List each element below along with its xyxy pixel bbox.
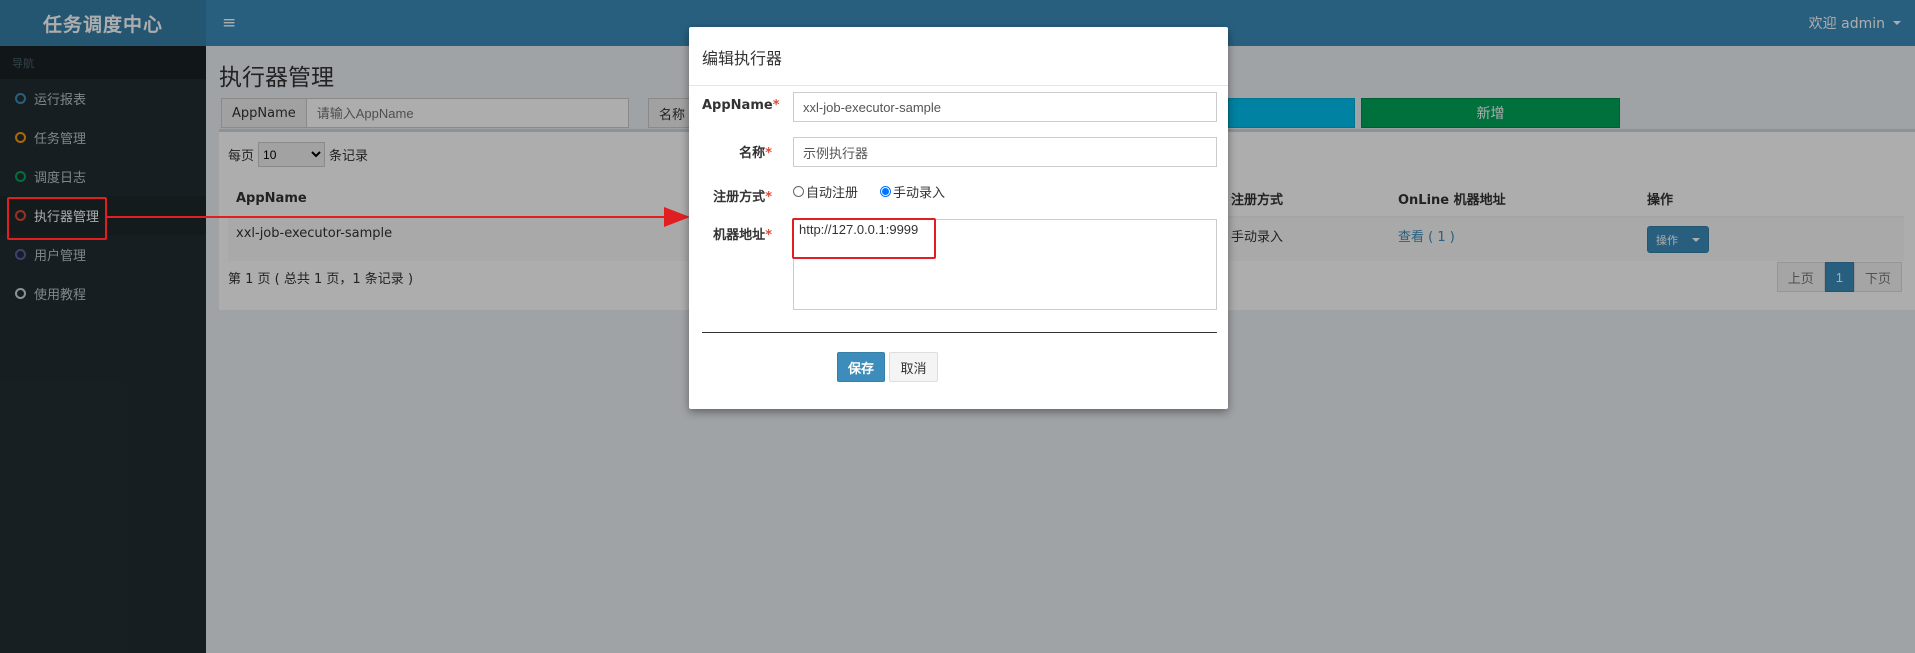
appname-field-label: AppName* [702, 98, 780, 113]
required-mark: * [772, 98, 780, 113]
save-button[interactable]: 保存 [837, 352, 885, 382]
reg-type-manual-label: 手动录入 [893, 186, 946, 201]
address-field-label: 机器地址* [713, 228, 772, 243]
reg-type-manual-radio[interactable]: 手动录入 [880, 182, 945, 201]
appname-field[interactable] [793, 92, 1217, 122]
name-field[interactable] [793, 137, 1217, 167]
reg-type-auto-radio[interactable]: 自动注册 [793, 182, 858, 201]
radio-checked-icon [880, 186, 892, 197]
modal-title: 编辑执行器 [702, 49, 783, 68]
edit-executor-modal: 编辑执行器 AppName* 名称* 注册方式* 自动注册 手动录入 机器地址*… [689, 27, 1228, 409]
cancel-button[interactable]: 取消 [889, 352, 938, 382]
address-textarea[interactable]: http://127.0.0.1:9999 [793, 219, 1217, 310]
name-field-label: 名称* [739, 146, 772, 161]
modal-footer-divider [702, 332, 1217, 333]
reg-type-radio-group: 自动注册 手动录入 [793, 182, 945, 201]
required-mark: * [765, 146, 772, 161]
modal-header-divider [689, 85, 1228, 86]
required-mark: * [765, 190, 772, 205]
reg-type-auto-label: 自动注册 [806, 186, 859, 201]
reg-type-field-label: 注册方式* [713, 190, 772, 205]
required-mark: * [765, 228, 772, 243]
radio-unchecked-icon [793, 186, 804, 197]
